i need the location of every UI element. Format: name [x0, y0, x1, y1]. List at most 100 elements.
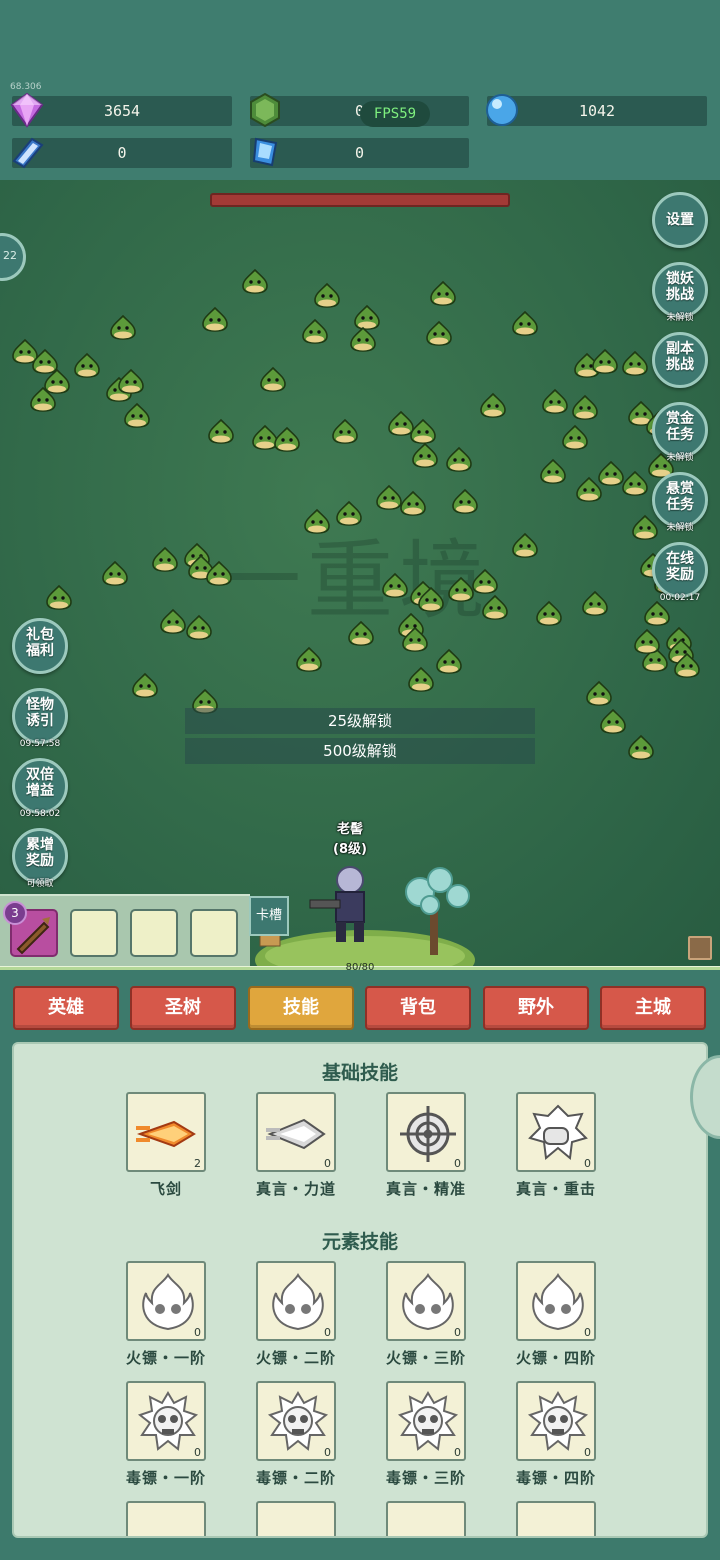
skill-card-poison-3[interactable]: 0 [516, 1381, 596, 1461]
slime-enemy [336, 500, 362, 526]
poison-skill-icon [137, 1391, 199, 1451]
button-label: 礼包 福利 [15, 627, 65, 659]
slime-enemy [296, 646, 322, 672]
tab-2[interactable]: 技能 [248, 986, 354, 1030]
button-label-line2: 挑战 [666, 357, 694, 373]
right-button-3[interactable]: 赏金 任务 未解锁 [652, 402, 708, 463]
skill-card-fire-3[interactable]: 0 [516, 1261, 596, 1341]
skill-name: 火镖・三阶 [385, 1349, 466, 1367]
left-button-2[interactable]: 双倍 增益 09:58:02 [12, 758, 68, 819]
slime-enemy [430, 280, 456, 306]
slime-enemy [152, 546, 178, 572]
slime-enemy [332, 418, 358, 444]
button-label: 双倍 增益 [15, 767, 65, 799]
button-label-line1: 悬赏 [666, 481, 694, 497]
skill-card-partial[interactable] [386, 1501, 466, 1536]
slime-enemy [582, 590, 608, 616]
slime-enemy [350, 326, 376, 352]
slime-enemy [512, 532, 538, 558]
button-label-line1: 副本 [666, 341, 694, 357]
tab-3[interactable]: 背包 [365, 986, 471, 1030]
skill-card-partial[interactable] [126, 1501, 206, 1536]
slime-enemy [480, 392, 506, 418]
skill-card-fire-0[interactable]: 0 [126, 1261, 206, 1341]
skill-name: 飞剑 [149, 1180, 182, 1198]
skill-name: 毒镖・一阶 [125, 1469, 206, 1487]
skill-card-fire-2[interactable]: 0 [386, 1261, 466, 1341]
slime-enemy [446, 446, 472, 472]
left-button-0[interactable]: 礼包 福利 [12, 618, 68, 674]
zoom-dial[interactable]: 22 [0, 233, 26, 281]
skill-card-poison-0[interactable]: 0 [126, 1381, 206, 1461]
slime-enemy [408, 666, 434, 692]
slime-enemy [452, 488, 478, 514]
treasure-chest-icon[interactable] [688, 936, 712, 960]
button-label-line1: 累增 [26, 837, 54, 853]
tab-1[interactable]: 圣树 [130, 986, 236, 1030]
slime-enemy [382, 572, 408, 598]
slime-enemy [512, 310, 538, 336]
skill-name: 毒镖・二阶 [255, 1469, 336, 1487]
skill-card-poison-1[interactable]: 0 [256, 1381, 336, 1461]
slime-enemy [674, 652, 700, 678]
skill-name: 火镖・一阶 [125, 1349, 206, 1367]
skill-card-partial[interactable] [256, 1501, 336, 1536]
skill-count: 0 [454, 1157, 461, 1170]
skill-count: 0 [584, 1446, 591, 1459]
skill-name: 毒镖・三阶 [385, 1469, 466, 1487]
tab-0[interactable]: 英雄 [13, 986, 119, 1030]
skill-card-poison-2[interactable]: 0 [386, 1381, 466, 1461]
fps-counter: FPS59 [360, 101, 430, 127]
skill-count: 0 [454, 1326, 461, 1339]
slime-enemy [436, 648, 462, 674]
slime-enemy [102, 560, 128, 586]
skills-panel: 基础技能 元素技能 2 飞剑 0 真言・力道 0 真言・精准 0 真言・重击 0 火镖・一阶 0 火镖… [12, 1042, 708, 1538]
skill-card-basic-0[interactable]: 2 [126, 1092, 206, 1172]
slime-enemy [622, 350, 648, 376]
right-button-2[interactable]: 副本 挑战 [652, 332, 708, 388]
skill-card-basic-2[interactable]: 0 [386, 1092, 466, 1172]
slime-enemy [302, 318, 328, 344]
tab-4[interactable]: 野外 [483, 986, 589, 1030]
slime-enemy [542, 388, 568, 414]
fist-icon [528, 1104, 588, 1160]
button-status: 00:02:17 [659, 593, 701, 603]
item-slot-3[interactable] [130, 909, 178, 957]
slime-enemy [592, 348, 618, 374]
slime-enemy [482, 594, 508, 620]
item-slot-2[interactable] [70, 909, 118, 957]
unlock-500-bar: 500级解锁 [185, 738, 535, 764]
right-button-5[interactable]: 在线 奖励 00:02:17 [652, 542, 708, 603]
battle-field: 一重境 22 25级解锁 500级解锁 设置锁妖 挑战 未解锁副本 挑战赏金 任务 未解锁… [0, 180, 720, 970]
unlock-25-bar: 25级解锁 [185, 708, 535, 734]
arrow-power-icon [266, 1118, 326, 1150]
slime-enemy [132, 672, 158, 698]
fire-skill-icon [142, 1273, 194, 1331]
crosshair-icon [400, 1106, 456, 1162]
left-button-1[interactable]: 怪物 诱引 09:57:58 [12, 688, 68, 749]
crystal-counter: 0 [250, 137, 469, 168]
right-button-1[interactable]: 锁妖 挑战 未解锁 [652, 262, 708, 323]
realm-watermark: 一重境 [215, 531, 491, 631]
button-label-line2: 诱引 [26, 713, 54, 729]
book-value: 0 [117, 144, 127, 162]
right-button-0[interactable]: 设置 [652, 192, 708, 248]
skill-card-basic-1[interactable]: 0 [256, 1092, 336, 1172]
slime-enemy [304, 508, 330, 534]
item-slot-4[interactable] [190, 909, 238, 957]
skill-card-basic-3[interactable]: 0 [516, 1092, 596, 1172]
button-status: 09:57:58 [19, 739, 61, 749]
slime-enemy [118, 368, 144, 394]
hero-label: 老髻 (8级) [320, 820, 380, 860]
left-button-3[interactable]: 累增 奖励 可领取 [12, 828, 68, 889]
tab-5[interactable]: 主城 [600, 986, 706, 1030]
skill-count: 0 [324, 1326, 331, 1339]
skill-name: 真言・精准 [385, 1180, 466, 1198]
slime-enemy [562, 424, 588, 450]
card-slot-button[interactable]: 卡槽 [249, 896, 289, 936]
skill-card-fire-1[interactable]: 0 [256, 1261, 336, 1341]
right-button-4[interactable]: 悬赏 任务 未解锁 [652, 472, 708, 533]
skill-count: 0 [584, 1326, 591, 1339]
button-label: 设置 [655, 212, 705, 228]
skill-card-partial[interactable] [516, 1501, 596, 1536]
